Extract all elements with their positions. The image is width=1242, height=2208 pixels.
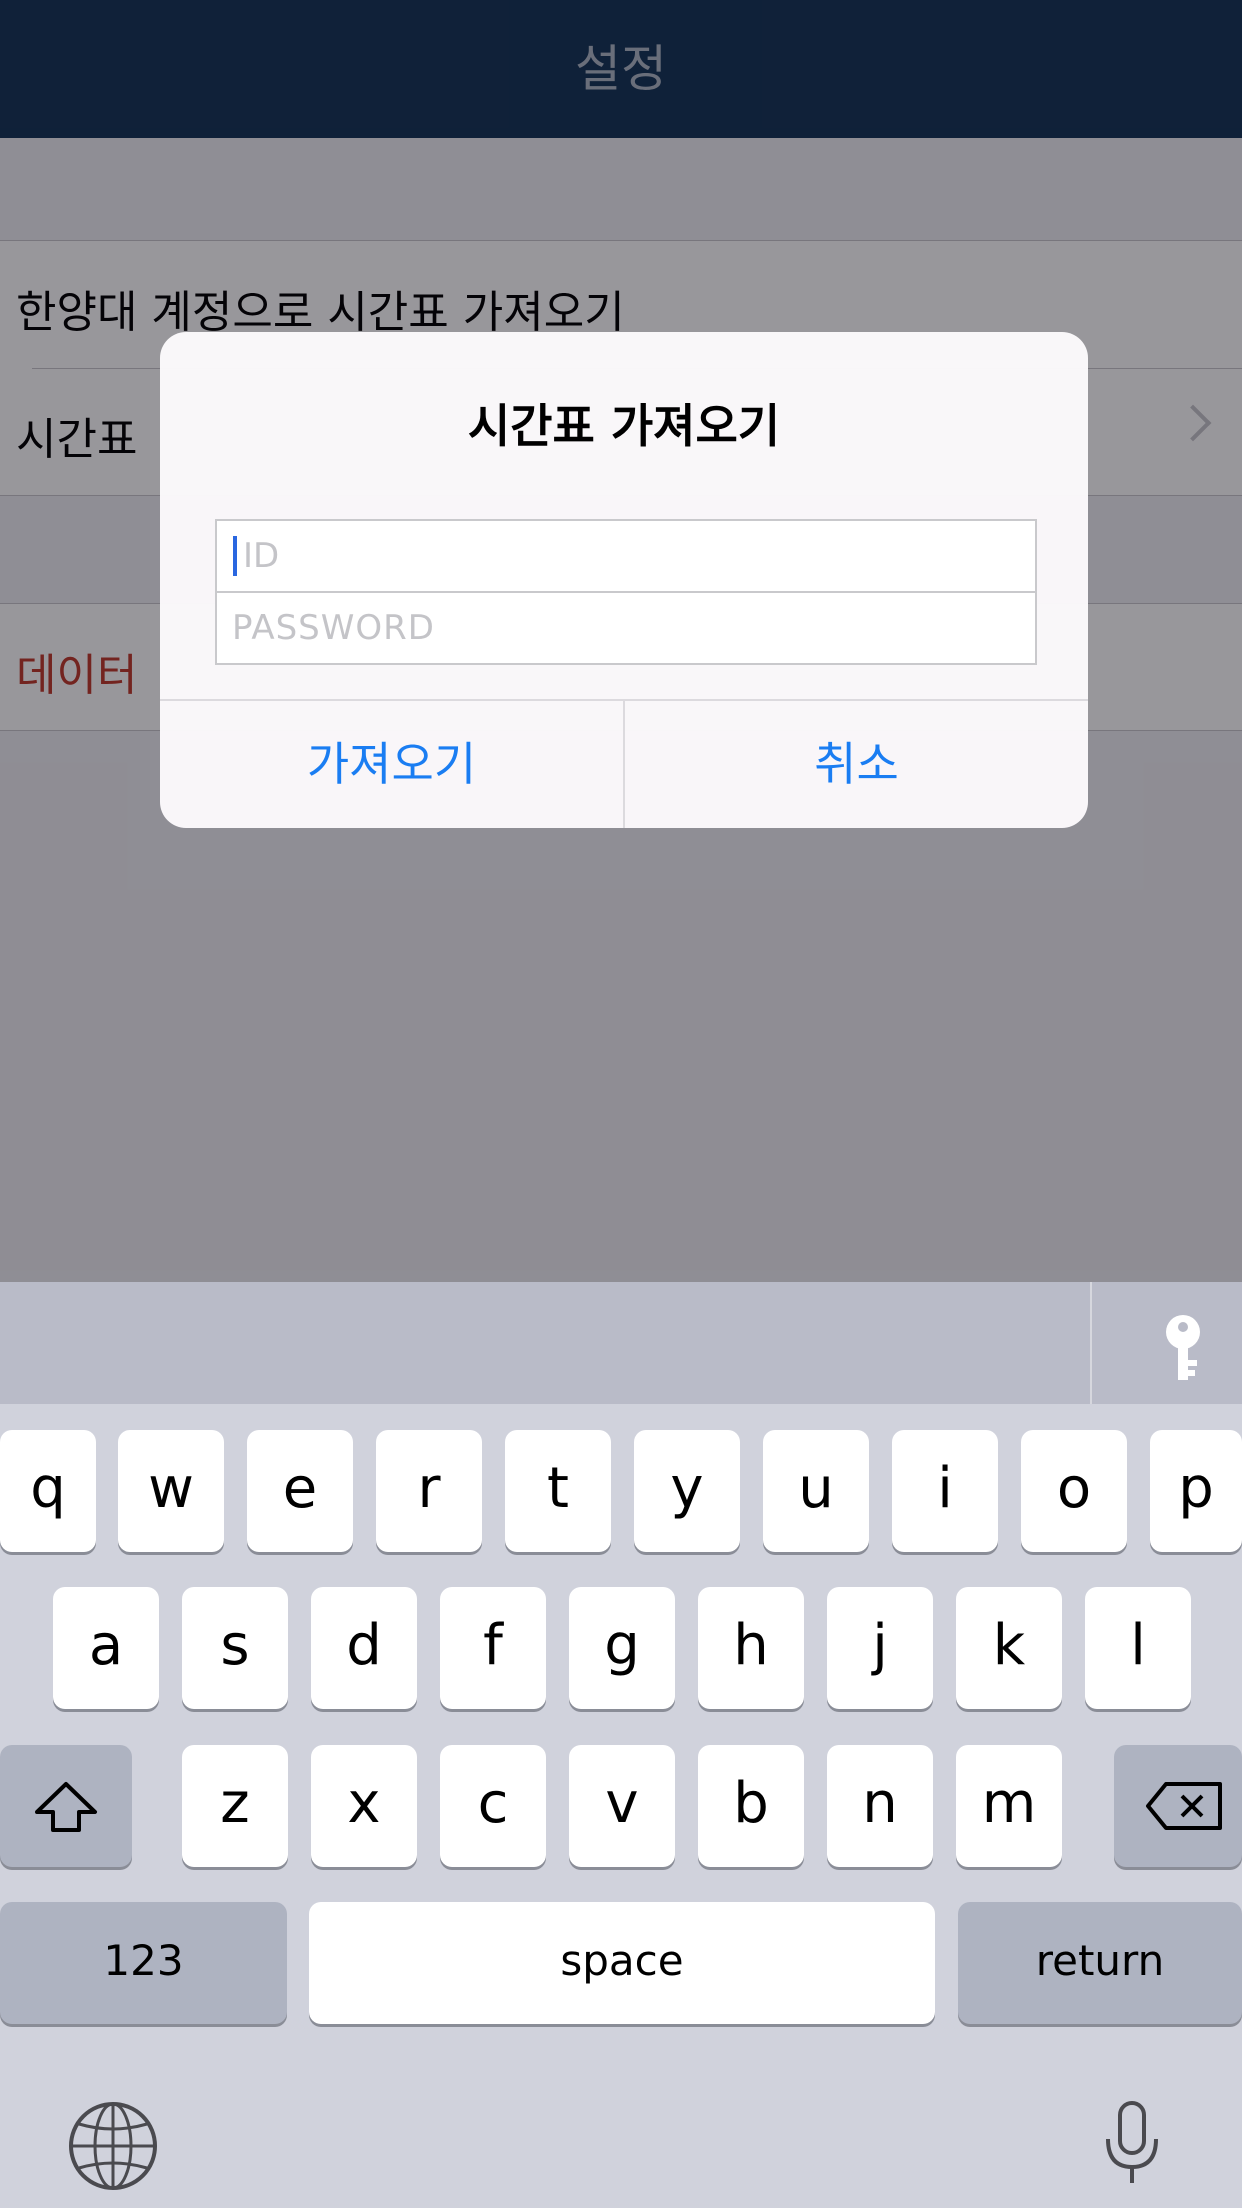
key-d[interactable]: d <box>311 1587 417 1709</box>
key-y[interactable]: y <box>634 1430 740 1552</box>
key-z[interactable]: z <box>182 1745 288 1867</box>
cancel-button[interactable]: 취소 <box>625 701 1088 828</box>
key-v[interactable]: v <box>569 1745 675 1867</box>
alert-dialog: 시간표 가져오기 ID PASSWORD 가져오기 취소 <box>160 332 1088 828</box>
key-r[interactable]: r <box>376 1430 482 1552</box>
password-input[interactable]: PASSWORD <box>217 593 1035 663</box>
shift-icon <box>35 1782 97 1832</box>
microphone-icon[interactable] <box>1100 2099 1164 2189</box>
key-c[interactable]: c <box>440 1745 546 1867</box>
key-l[interactable]: l <box>1085 1587 1191 1709</box>
globe-icon[interactable] <box>66 2099 160 2193</box>
id-placeholder: ID <box>243 536 280 576</box>
keyboard-accessory-bar <box>0 1282 1242 1404</box>
key-p[interactable]: p <box>1150 1430 1242 1552</box>
key-u[interactable]: u <box>763 1430 869 1552</box>
password-placeholder: PASSWORD <box>232 608 435 648</box>
key-j[interactable]: j <box>827 1587 933 1709</box>
space-key[interactable]: space <box>309 1902 935 2024</box>
key-h[interactable]: h <box>698 1587 804 1709</box>
id-input[interactable]: ID <box>217 521 1035 591</box>
keyboard: q w e r t y u i o p a s d f g h j k l z … <box>0 1282 1242 2208</box>
key-i[interactable]: i <box>892 1430 998 1552</box>
numbers-key[interactable]: 123 <box>0 1902 287 2024</box>
key-q[interactable]: q <box>0 1430 96 1552</box>
key-t[interactable]: t <box>505 1430 611 1552</box>
text-caret <box>233 536 237 576</box>
accessory-separator <box>1090 1282 1092 1404</box>
login-fields: ID PASSWORD <box>215 519 1037 665</box>
key-f[interactable]: f <box>440 1587 546 1709</box>
alert-title: 시간표 가져오기 <box>467 399 781 453</box>
key-g[interactable]: g <box>569 1587 675 1709</box>
key-e[interactable]: e <box>247 1430 353 1552</box>
shift-key[interactable] <box>0 1745 132 1867</box>
key-o[interactable]: o <box>1021 1430 1127 1552</box>
key-b[interactable]: b <box>698 1745 804 1867</box>
key-n[interactable]: n <box>827 1745 933 1867</box>
key-w[interactable]: w <box>118 1430 224 1552</box>
delete-key[interactable] <box>1114 1745 1242 1867</box>
password-key-icon[interactable] <box>1155 1312 1211 1382</box>
key-s[interactable]: s <box>182 1587 288 1709</box>
key-k[interactable]: k <box>956 1587 1062 1709</box>
import-button[interactable]: 가져오기 <box>160 701 623 828</box>
key-m[interactable]: m <box>956 1745 1062 1867</box>
backspace-icon <box>1146 1782 1222 1830</box>
key-a[interactable]: a <box>53 1587 159 1709</box>
return-key[interactable]: return <box>958 1902 1242 2024</box>
key-x[interactable]: x <box>311 1745 417 1867</box>
